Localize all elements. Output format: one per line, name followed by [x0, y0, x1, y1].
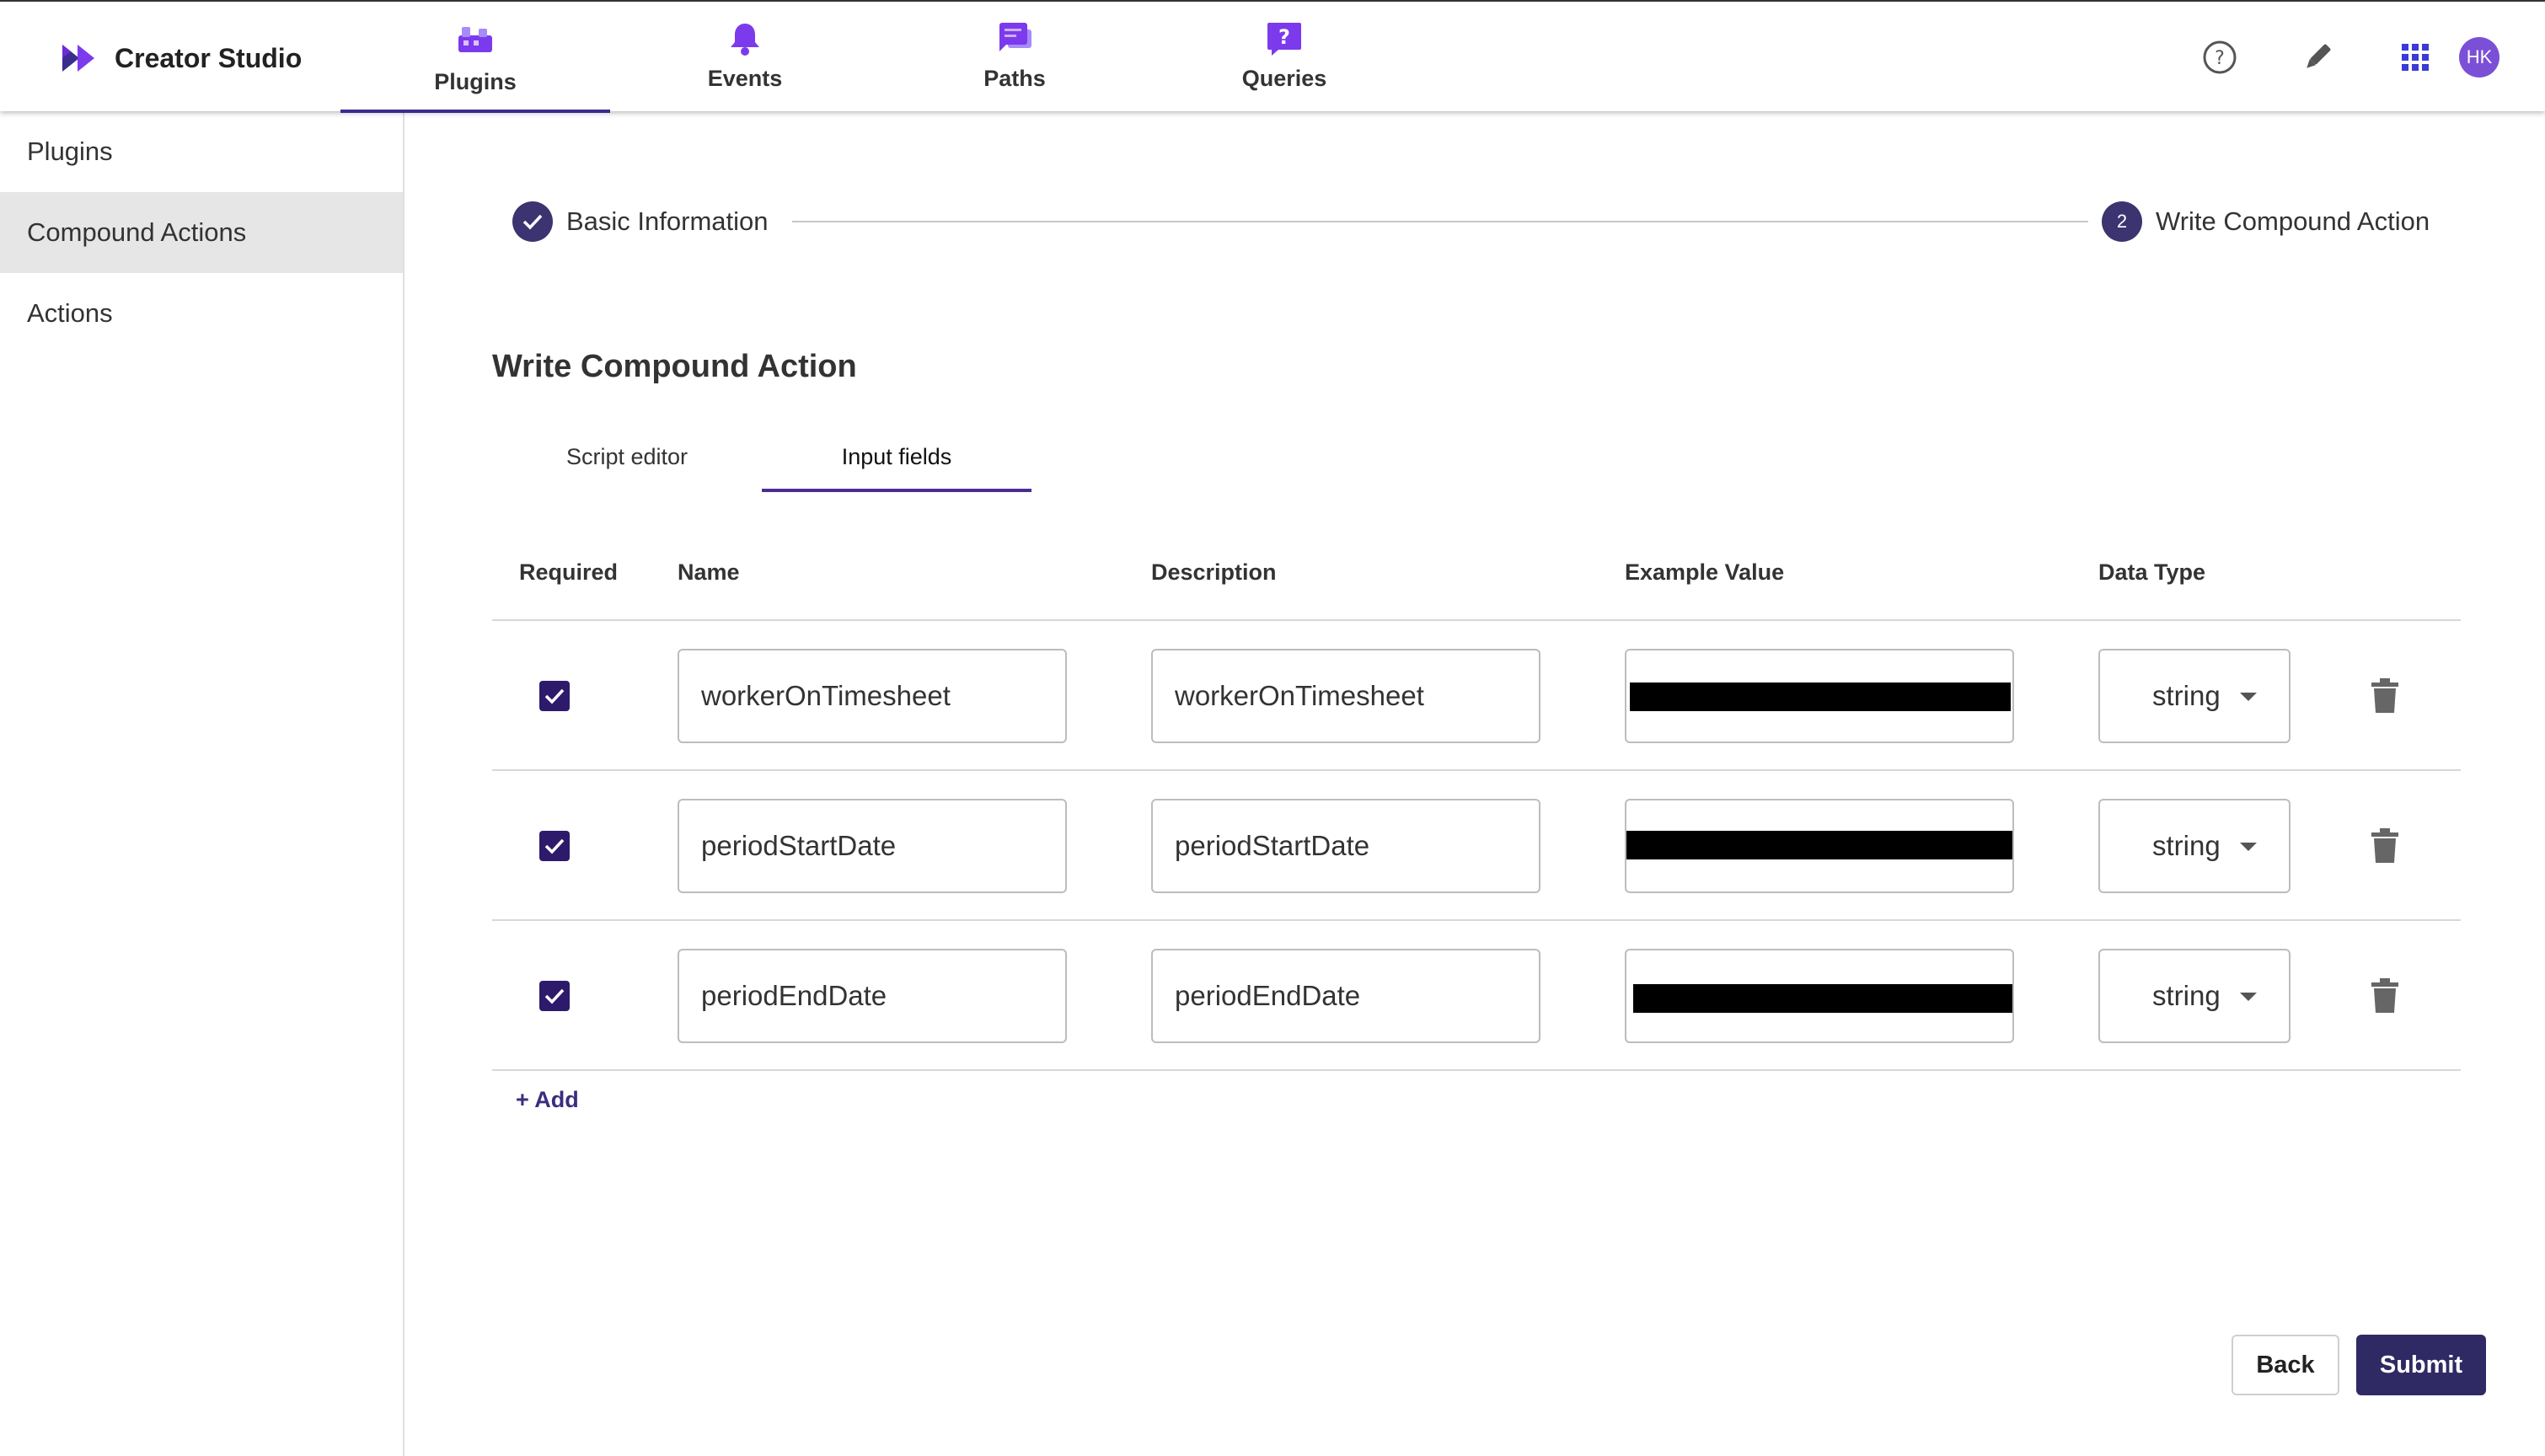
name-field[interactable]: [678, 799, 1067, 893]
table-divider: [492, 619, 2461, 621]
name-field[interactable]: [678, 949, 1067, 1043]
description-field[interactable]: [1151, 949, 1540, 1043]
sidebar-item-plugins[interactable]: Plugins: [0, 111, 403, 192]
tools-button[interactable]: [2296, 35, 2339, 79]
checkmark-icon: [544, 688, 565, 704]
data-type-value: string: [2152, 980, 2221, 1011]
checkmark-icon: [544, 988, 565, 1004]
section-title: Write Compound Action: [492, 349, 857, 384]
data-type-select[interactable]: string: [2098, 649, 2290, 743]
description-field[interactable]: [1151, 799, 1540, 893]
check-icon: [512, 201, 553, 242]
step-write-compound-action: 2 Write Compound Action: [2102, 201, 2430, 242]
required-checkbox[interactable]: [539, 681, 570, 711]
pen-icon: [2307, 44, 2331, 68]
sidebar-item-compound-actions[interactable]: Compound Actions: [0, 192, 403, 273]
back-button[interactable]: Back: [2232, 1335, 2339, 1395]
data-type-value: string: [2152, 680, 2221, 711]
nav-tab-label: Events: [707, 66, 783, 91]
apps-grid-icon: [2402, 44, 2429, 71]
data-type-select[interactable]: string: [2098, 799, 2290, 893]
nav-tab-events[interactable]: Events: [610, 2, 880, 113]
step-basic-information[interactable]: Basic Information: [512, 201, 769, 242]
example-value-field[interactable]: [1625, 799, 2014, 893]
nav-tab-queries[interactable]: ? Queries: [1149, 2, 1419, 113]
chevron-down-icon: [2240, 693, 2257, 701]
chevron-down-icon: [2240, 993, 2257, 1001]
nav-tab-label: Plugins: [434, 69, 517, 94]
bell-icon: [726, 20, 764, 57]
svg-text:?: ?: [2215, 48, 2225, 69]
apps-button[interactable]: [2393, 35, 2437, 79]
table-divider: [492, 769, 2461, 771]
step-number: 2: [2102, 201, 2142, 242]
step-label: Basic Information: [566, 206, 769, 236]
creator-studio-logo-icon: [62, 45, 94, 72]
table-divider: [492, 1069, 2461, 1071]
nav-tab-label: Queries: [1241, 66, 1327, 91]
trash-icon[interactable]: [2368, 977, 2402, 1014]
help-icon: ?: [2203, 40, 2237, 74]
tab-script-editor[interactable]: Script editor: [492, 421, 762, 492]
tab-input-fields[interactable]: Input fields: [762, 421, 1031, 492]
name-field[interactable]: [678, 649, 1067, 743]
description-field[interactable]: [1151, 649, 1540, 743]
data-type-value: string: [2152, 830, 2221, 861]
add-row-button[interactable]: + Add: [516, 1087, 579, 1113]
redaction-bar: [1633, 984, 2012, 1013]
brand[interactable]: Creator Studio: [61, 39, 302, 78]
nav-tab-plugins[interactable]: Plugins: [340, 2, 610, 113]
stepper-connector: [792, 221, 2088, 222]
example-value-field[interactable]: [1625, 649, 2014, 743]
redaction-bar: [1626, 831, 2012, 859]
header-example-value: Example Value: [1625, 559, 1785, 585]
required-checkbox[interactable]: [539, 831, 570, 861]
chat-icon: [995, 20, 1034, 57]
trash-icon[interactable]: [2368, 827, 2402, 864]
example-value-field[interactable]: [1625, 949, 2014, 1043]
header-required: Required: [519, 559, 619, 585]
sidebar-item-actions[interactable]: Actions: [0, 273, 403, 354]
nav-tab-label: Paths: [983, 66, 1046, 91]
app-name: Creator Studio: [115, 42, 303, 73]
header-data-type: Data Type: [2098, 559, 2206, 585]
checkmark-icon: [544, 838, 565, 854]
submit-button[interactable]: Submit: [2356, 1335, 2486, 1395]
step-label: Write Compound Action: [2156, 206, 2430, 236]
required-checkbox[interactable]: [539, 981, 570, 1011]
header-description: Description: [1151, 559, 1277, 585]
data-type-select[interactable]: string: [2098, 949, 2290, 1043]
plugins-icon: [456, 20, 495, 57]
redaction-bar: [1630, 682, 2011, 711]
nav-tab-paths[interactable]: Paths: [880, 2, 1149, 113]
chevron-down-icon: [2240, 843, 2257, 851]
question-chat-icon: ?: [1265, 20, 1304, 57]
header-name: Name: [678, 559, 740, 585]
sidebar: Plugins Compound Actions Actions: [0, 111, 405, 1456]
table-divider: [492, 919, 2461, 921]
trash-icon[interactable]: [2368, 677, 2402, 715]
top-bar: Creator Studio Plugins Events Paths ? Qu…: [0, 0, 2545, 113]
help-button[interactable]: ?: [2198, 35, 2242, 79]
svg-text:?: ?: [1278, 25, 1290, 49]
avatar[interactable]: HK: [2459, 37, 2499, 78]
